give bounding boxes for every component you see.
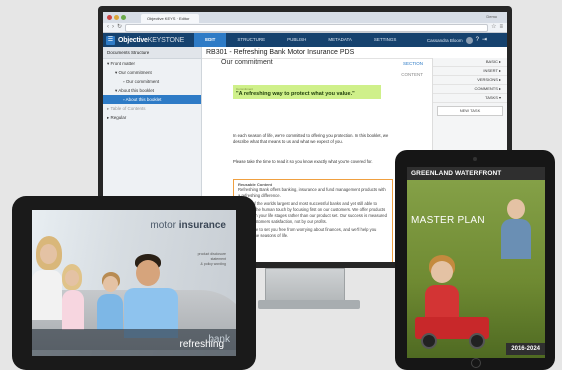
new-task-button[interactable]: NEW TASK bbox=[437, 106, 503, 116]
browser-toolbar: ‹ › ↻ ☆ ≡ bbox=[103, 23, 507, 33]
structure-tree: ▾ Front matter ▾ Our commitment ▫ Our co… bbox=[103, 59, 201, 122]
wagon-wheel bbox=[421, 333, 437, 349]
sidebar-header: Documents Structure bbox=[103, 47, 201, 59]
panel-comments[interactable]: COMMENTS ▸ bbox=[433, 85, 507, 94]
brand-bold: Objective bbox=[118, 36, 148, 44]
url-input[interactable] bbox=[125, 23, 489, 32]
panel-basic[interactable]: BASIC ▸ bbox=[433, 58, 507, 67]
tablet-right-screen: GREENLAND WATERFRONT MASTER PLAN 2016-20… bbox=[407, 167, 545, 358]
panel-insert[interactable]: INSERT ▸ bbox=[433, 67, 507, 76]
tree-node-label: Front matter bbox=[110, 61, 136, 66]
boy-torso bbox=[97, 294, 123, 330]
title-light: motor bbox=[150, 220, 176, 231]
ipad-left: motor insurance product disclosure state… bbox=[12, 196, 256, 370]
tree-node-label: About this booklet bbox=[118, 88, 155, 93]
tree-node-table-of-contents[interactable]: ▸ Table of Contents bbox=[103, 104, 201, 113]
tablet-right: GREENLAND WATERFRONT MASTER PLAN 2016-20… bbox=[395, 150, 555, 370]
menu-publish[interactable]: PUBLISH bbox=[276, 33, 317, 47]
motor-insurance-title: motor insurance bbox=[150, 220, 226, 231]
back-icon[interactable]: ‹ bbox=[107, 23, 109, 32]
child-back-face bbox=[507, 199, 525, 219]
section-label: SECTION bbox=[402, 61, 423, 66]
title-bold: insurance bbox=[178, 220, 226, 231]
bank-banner: refreshing bank bbox=[32, 329, 236, 356]
section-title[interactable]: Our commitment bbox=[221, 59, 433, 66]
monitor-stand-base bbox=[258, 300, 360, 309]
menu-edit[interactable]: EDIT bbox=[194, 33, 227, 47]
tree-node-about-booklet-content[interactable]: ▫ About this booklet bbox=[103, 95, 201, 104]
paragraph-1[interactable]: In each season of life, we're committed … bbox=[233, 133, 399, 145]
girl-face bbox=[65, 270, 79, 286]
tree-node-label: Regular bbox=[110, 115, 127, 120]
waterfront-banner: GREENLAND WATERFRONT bbox=[407, 167, 545, 180]
menu-structure[interactable]: STRUCTURE bbox=[226, 33, 276, 47]
window-title: Demo bbox=[486, 14, 497, 19]
close-dot-icon[interactable] bbox=[107, 15, 112, 20]
forward-icon[interactable]: › bbox=[112, 23, 114, 32]
help-icon[interactable]: ? bbox=[476, 33, 479, 47]
wagon-wheel bbox=[469, 333, 485, 349]
main-menu: EDIT STRUCTURE PUBLISH METADATA SETTINGS bbox=[194, 33, 407, 47]
app-grid-icon[interactable]: ☰ bbox=[106, 35, 115, 45]
tree-node-label: Our commitment bbox=[118, 70, 152, 75]
browser-tab[interactable]: Objective KEYS · Editor bbox=[141, 14, 199, 23]
child-front-face bbox=[431, 261, 453, 283]
monitor-stand-neck bbox=[265, 268, 345, 302]
tree-node-our-commitment-content[interactable]: ▫ Our commitment bbox=[103, 77, 201, 86]
ipad-left-screen: motor insurance product disclosure state… bbox=[32, 210, 236, 356]
brand-logo: ObjectiveKEYSTONE bbox=[118, 37, 184, 44]
app-header: ☰ ObjectiveKEYSTONE EDIT STRUCTURE PUBLI… bbox=[103, 33, 507, 47]
bookmark-icon[interactable]: ☆ bbox=[491, 23, 496, 32]
reusable-text: Refreshing Bank offers banking, insuranc… bbox=[238, 187, 386, 198]
child-back-torso bbox=[501, 219, 531, 259]
menu-settings[interactable]: SETTINGS bbox=[363, 33, 408, 47]
menu-icon[interactable]: ≡ bbox=[499, 23, 503, 32]
camera-icon bbox=[473, 157, 477, 161]
woman-torso bbox=[32, 270, 62, 320]
quote-block[interactable]: Commitment "A refreshing way to protect … bbox=[233, 85, 381, 99]
subtitle-line: & policy wording bbox=[200, 262, 226, 266]
reload-icon[interactable]: ↻ bbox=[117, 23, 122, 32]
user-name[interactable]: Cassandra Bloom bbox=[427, 38, 463, 43]
logout-icon[interactable]: ⇥ bbox=[482, 33, 487, 47]
brand-light: KEYSTONE bbox=[147, 36, 185, 44]
avatar[interactable] bbox=[465, 36, 473, 44]
window-controls bbox=[107, 15, 126, 20]
boy-face bbox=[103, 276, 118, 292]
paragraph-2[interactable]: Please take the time to read it so you k… bbox=[233, 159, 399, 165]
home-button[interactable] bbox=[471, 358, 481, 368]
menu-metadata[interactable]: METADATA bbox=[317, 33, 363, 47]
girl-torso bbox=[62, 290, 84, 330]
tree-node-about-booklet[interactable]: ▾ About this booklet bbox=[103, 86, 201, 95]
panel-tasks[interactable]: TASKS ▾ bbox=[433, 94, 507, 103]
years-badge: 2016-2024 bbox=[506, 343, 545, 355]
tree-node-label: About this booklet bbox=[125, 97, 162, 102]
user-area: Cassandra Bloom ? ⇥ bbox=[427, 33, 487, 47]
reusable-text-3: We're here to set you free from worrying… bbox=[238, 227, 377, 238]
woman-face bbox=[40, 244, 57, 264]
reusable-text-2: As one of the worlds largest and most su… bbox=[238, 201, 387, 224]
content-label: CONTENT bbox=[401, 72, 423, 77]
bank-logo-text: refreshing bank bbox=[180, 334, 230, 350]
tree-node-regular[interactable]: ▸ Regular bbox=[103, 113, 201, 122]
minimize-dot-icon[interactable] bbox=[114, 15, 119, 20]
tree-node-label: Table of Contents bbox=[110, 106, 146, 111]
reusable-content-block[interactable]: Reusable Content Refreshing Bank offers … bbox=[233, 179, 393, 262]
tree-node-label: Our commitment bbox=[125, 79, 160, 84]
motor-insurance-subtitle: product disclosure statement & policy wo… bbox=[198, 252, 226, 267]
man-face bbox=[136, 260, 160, 286]
bank-name-a: refreshing bbox=[179, 339, 224, 350]
master-plan-title: MASTER PLAN bbox=[411, 215, 485, 226]
panel-versions[interactable]: VERSIONS ▸ bbox=[433, 76, 507, 85]
zoom-dot-icon[interactable] bbox=[121, 15, 126, 20]
tree-node-our-commitment[interactable]: ▾ Our commitment bbox=[103, 68, 201, 77]
tree-node-front-matter[interactable]: ▾ Front matter bbox=[103, 59, 201, 68]
quote-text: "A refreshing way to protect what you va… bbox=[236, 91, 355, 97]
browser-tabstrip: Objective KEYS · Editor Demo bbox=[103, 12, 507, 23]
